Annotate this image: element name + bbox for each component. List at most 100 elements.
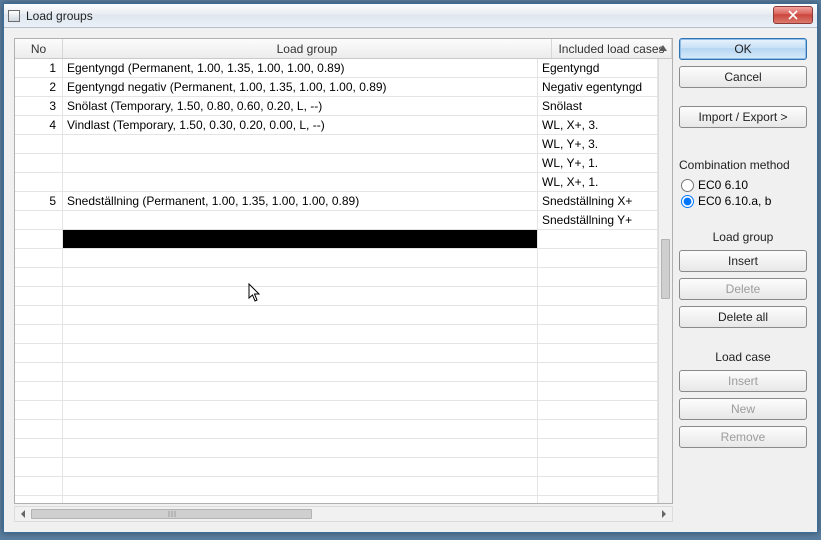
- load-case-insert-button[interactable]: Insert: [679, 370, 807, 392]
- table-row-empty[interactable]: [15, 287, 658, 306]
- cell-group: [63, 211, 538, 230]
- grid-header: No Load group Included load cases: [15, 39, 672, 59]
- table-row[interactable]: Snedställning Y+: [15, 211, 658, 230]
- table-row-empty[interactable]: [15, 363, 658, 382]
- load-groups-grid[interactable]: No Load group Included load cases 1 Egen…: [14, 38, 673, 504]
- table-row-empty[interactable]: [15, 401, 658, 420]
- table-row-empty[interactable]: [15, 458, 658, 477]
- cell-case: Snedställning X+: [538, 192, 658, 211]
- cell-case: Egentyngd: [538, 59, 658, 78]
- column-header-no[interactable]: No: [15, 39, 63, 58]
- scroll-right-button[interactable]: [656, 507, 672, 521]
- cell-no: [15, 154, 63, 173]
- radio-ec0-610-label: EC0 6.10: [698, 178, 748, 192]
- table-row-empty[interactable]: [15, 325, 658, 344]
- cell-case: Snölast: [538, 97, 658, 116]
- column-header-cases[interactable]: Included load cases: [552, 39, 672, 58]
- cancel-button[interactable]: Cancel: [679, 66, 807, 88]
- grid-body: 1 Egentyngd (Permanent, 1.00, 1.35, 1.00…: [15, 59, 658, 503]
- cell-group: Snölast (Temporary, 1.50, 0.80, 0.60, 0.…: [63, 97, 538, 116]
- close-icon: [788, 10, 798, 20]
- titlebar[interactable]: Load groups: [4, 4, 817, 28]
- table-row[interactable]: 4 Vindlast (Temporary, 1.50, 0.30, 0.20,…: [15, 116, 658, 135]
- table-row-empty[interactable]: [15, 344, 658, 363]
- client-area: No Load group Included load cases 1 Egen…: [4, 28, 817, 532]
- radio-ec0-610-input[interactable]: [681, 179, 694, 192]
- cell-no: 5: [15, 192, 63, 211]
- load-group-delete-all-button[interactable]: Delete all: [679, 306, 807, 328]
- cell-case: WL, Y+, 1.: [538, 154, 658, 173]
- app-icon: [8, 10, 20, 22]
- close-button[interactable]: [773, 6, 813, 24]
- scroll-left-button[interactable]: [15, 507, 31, 521]
- column-header-cases-label: Included load cases: [558, 42, 664, 56]
- table-row[interactable]: WL, Y+, 1.: [15, 154, 658, 173]
- table-row-empty[interactable]: [15, 268, 658, 287]
- load-case-remove-button[interactable]: Remove: [679, 426, 807, 448]
- chevron-right-icon: [661, 510, 667, 518]
- cell-group: [63, 135, 538, 154]
- column-header-group[interactable]: Load group: [63, 39, 552, 58]
- group-name-input[interactable]: [63, 230, 537, 248]
- load-group-insert-button[interactable]: Insert: [679, 250, 807, 272]
- cell-case: Negativ egentyngd: [538, 78, 658, 97]
- radio-ec0-610ab-input[interactable]: [681, 195, 694, 208]
- import-export-button[interactable]: Import / Export >: [679, 106, 807, 128]
- side-panel: OK Cancel Import / Export > Combination …: [679, 38, 807, 522]
- cell-group: Egentyngd negativ (Permanent, 1.00, 1.35…: [63, 78, 538, 97]
- cell-no: [15, 173, 63, 192]
- table-row-empty[interactable]: [15, 477, 658, 496]
- table-row-empty[interactable]: [15, 439, 658, 458]
- sort-ascending-icon: [659, 45, 667, 51]
- cell-group: [63, 154, 538, 173]
- table-row-empty[interactable]: [15, 306, 658, 325]
- table-row-empty[interactable]: [15, 382, 658, 401]
- ok-button[interactable]: OK: [679, 38, 807, 60]
- table-row-editing[interactable]: [15, 230, 658, 249]
- table-row-empty[interactable]: [15, 420, 658, 439]
- vertical-scrollbar[interactable]: [658, 59, 672, 503]
- combination-method-label: Combination method: [679, 158, 807, 172]
- cell-no: 3: [15, 97, 63, 116]
- dialog-window: Load groups No Load group Included load …: [3, 3, 818, 533]
- cell-no: 1: [15, 59, 63, 78]
- cell-case: WL, X+, 1.: [538, 173, 658, 192]
- cell-no: [15, 211, 63, 230]
- cell-group: [63, 173, 538, 192]
- cell-group-editing[interactable]: [63, 230, 538, 249]
- cell-case: WL, X+, 3.: [538, 116, 658, 135]
- window-title: Load groups: [26, 9, 93, 23]
- table-row[interactable]: 2 Egentyngd negativ (Permanent, 1.00, 1.…: [15, 78, 658, 97]
- scroll-grip-icon: [168, 511, 175, 517]
- cell-group: Vindlast (Temporary, 1.50, 0.30, 0.20, 0…: [63, 116, 538, 135]
- load-group-delete-button[interactable]: Delete: [679, 278, 807, 300]
- load-case-section-label: Load case: [679, 350, 807, 364]
- cell-no: [15, 230, 63, 249]
- chevron-left-icon: [20, 510, 26, 518]
- cell-group: Egentyngd (Permanent, 1.00, 1.35, 1.00, …: [63, 59, 538, 78]
- vertical-scroll-thumb[interactable]: [661, 239, 670, 299]
- cell-group: Snedställning (Permanent, 1.00, 1.35, 1.…: [63, 192, 538, 211]
- load-case-new-button[interactable]: New: [679, 398, 807, 420]
- table-row[interactable]: WL, X+, 1.: [15, 173, 658, 192]
- radio-ec0-610ab[interactable]: EC0 6.10.a, b: [681, 194, 807, 208]
- horizontal-scroll-thumb[interactable]: [31, 509, 312, 519]
- load-group-section-label: Load group: [679, 230, 807, 244]
- cell-no: 4: [15, 116, 63, 135]
- radio-ec0-610[interactable]: EC0 6.10: [681, 178, 807, 192]
- table-row-empty[interactable]: [15, 496, 658, 503]
- cell-no: 2: [15, 78, 63, 97]
- cell-case: WL, Y+, 3.: [538, 135, 658, 154]
- radio-ec0-610ab-label: EC0 6.10.a, b: [698, 194, 771, 208]
- combination-method-group: EC0 6.10 EC0 6.10.a, b: [679, 178, 807, 208]
- table-row[interactable]: 1 Egentyngd (Permanent, 1.00, 1.35, 1.00…: [15, 59, 658, 78]
- cell-case: Snedställning Y+: [538, 211, 658, 230]
- cell-no: [15, 135, 63, 154]
- table-row[interactable]: 3 Snölast (Temporary, 1.50, 0.80, 0.60, …: [15, 97, 658, 116]
- table-row[interactable]: 5 Snedställning (Permanent, 1.00, 1.35, …: [15, 192, 658, 211]
- table-row[interactable]: WL, Y+, 3.: [15, 135, 658, 154]
- horizontal-scroll-track[interactable]: [31, 507, 656, 521]
- horizontal-scrollbar[interactable]: [14, 506, 673, 522]
- cell-case: [538, 230, 658, 249]
- table-row-empty[interactable]: [15, 249, 658, 268]
